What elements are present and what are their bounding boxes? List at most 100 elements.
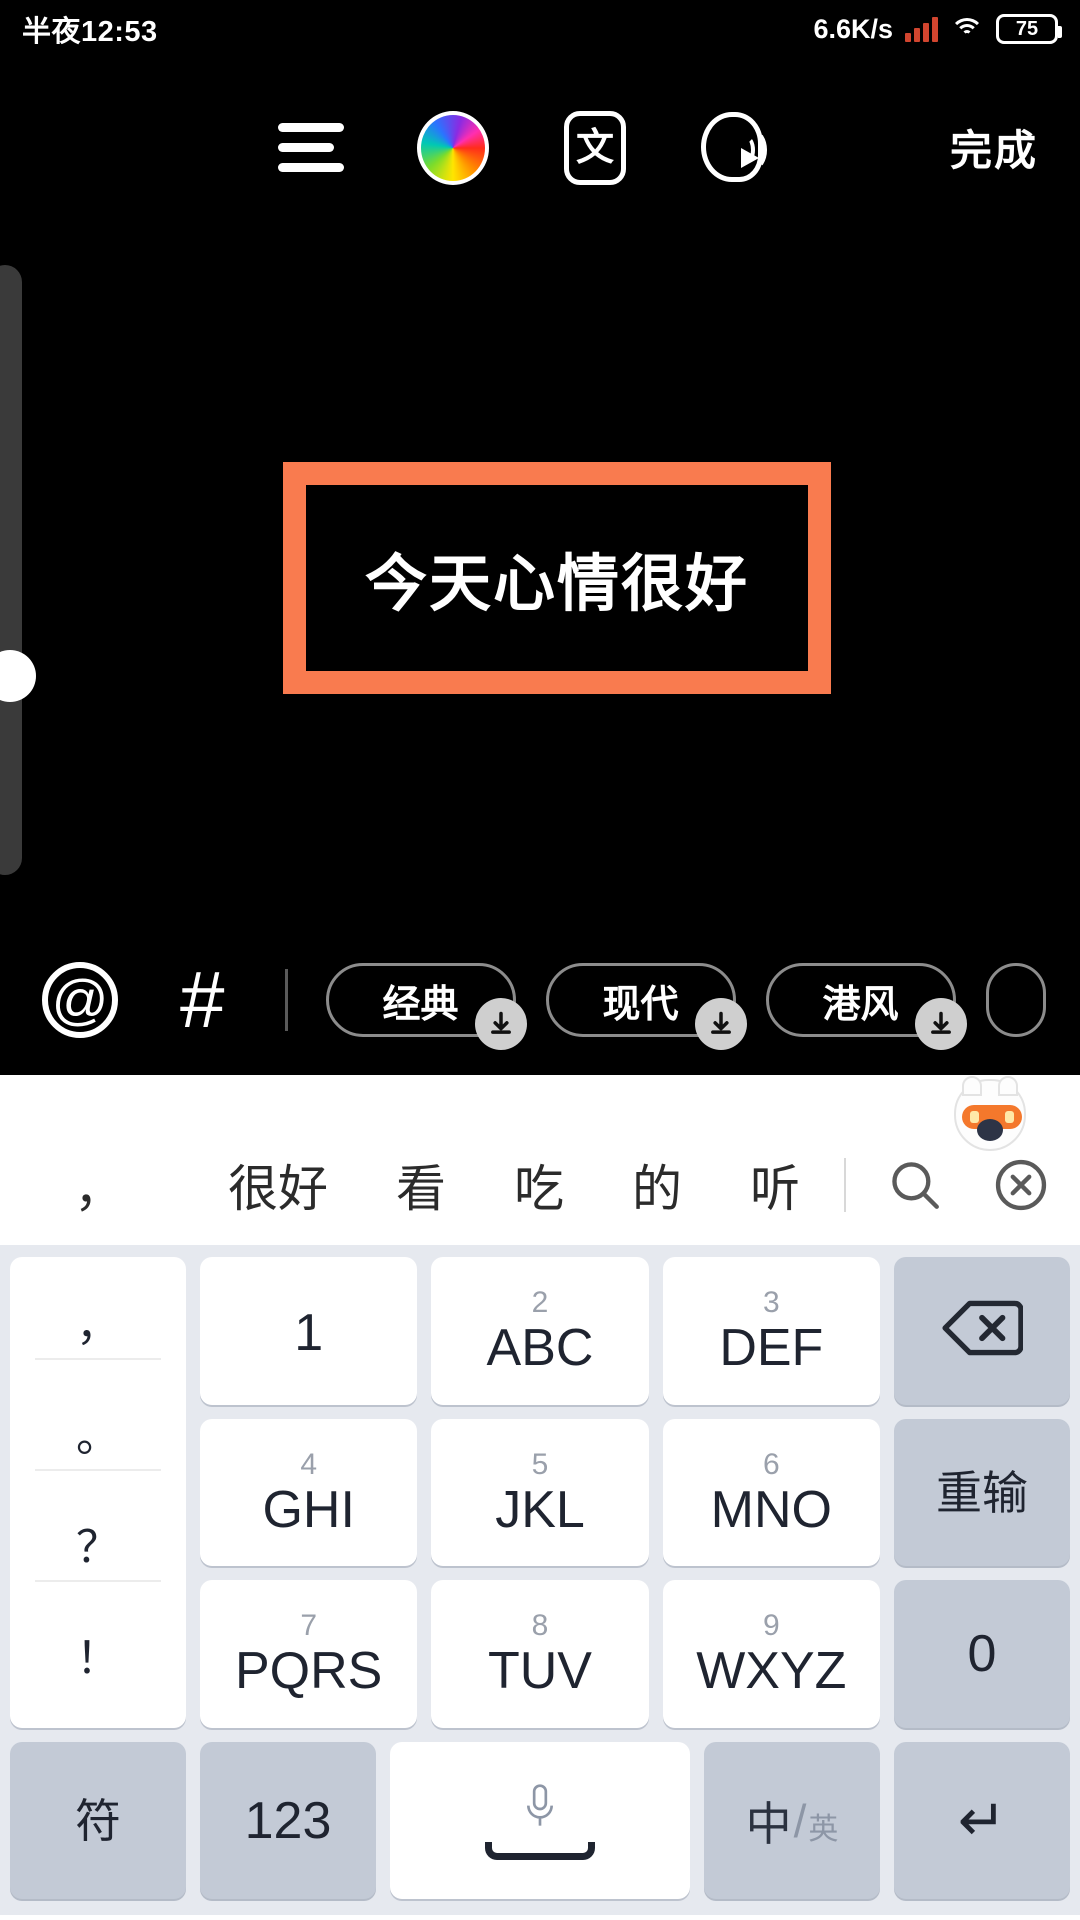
- key-label: DEF: [719, 1318, 824, 1377]
- style-chip-label: 现代: [602, 983, 679, 1026]
- enter-key[interactable]: ↵: [894, 1742, 1070, 1899]
- candidate-item[interactable]: ，: [40, 1149, 158, 1221]
- text-card-inner: 今天心情很好: [306, 485, 808, 671]
- style-chip-modern[interactable]: 现代: [545, 963, 747, 1050]
- retype-key[interactable]: 重输: [893, 1418, 1070, 1567]
- keypad-bottom-row: 符 123 中 / 英 ↵: [10, 1742, 1070, 1899]
- text-card[interactable]: 今天心情很好: [283, 462, 831, 694]
- keyboard-header: [0, 1075, 1080, 1151]
- key-label: 符: [75, 1794, 121, 1847]
- font-style-button[interactable]: 文: [559, 110, 631, 185]
- candidate-item[interactable]: 的: [598, 1149, 716, 1221]
- at-mention-icon[interactable]: @: [42, 962, 118, 1038]
- style-chip-hongkong[interactable]: 港风: [765, 963, 967, 1050]
- search-icon[interactable]: [886, 1156, 944, 1214]
- adjacent-card-peek[interactable]: [0, 265, 22, 875]
- keyboard-mascot-icon[interactable]: [954, 1076, 1026, 1151]
- keypad-row: 1 2 ABC 3 DEF: [200, 1257, 1070, 1405]
- key-comma[interactable]: ，: [34, 1294, 162, 1360]
- key-sup: 2: [531, 1285, 549, 1319]
- text-align-button[interactable]: [275, 112, 347, 184]
- cellular-signal-icon: [905, 16, 938, 42]
- key-label: WXYZ: [696, 1642, 847, 1701]
- lang-secondary: 英: [808, 1812, 839, 1846]
- color-wheel-icon: [417, 110, 489, 185]
- key-label: JKL: [495, 1480, 585, 1539]
- candidate-item[interactable]: 看: [362, 1149, 480, 1221]
- status-indicators: 6.6K/s 75: [813, 13, 1062, 45]
- text-align-icon: [278, 123, 344, 172]
- style-chip-next[interactable]: [985, 963, 1046, 1037]
- key-question[interactable]: ？: [34, 1516, 162, 1583]
- keypad-row: 7 PQRS 8 TUV 9 WXYZ 0: [200, 1580, 1070, 1729]
- language-toggle-key[interactable]: 中 / 英: [704, 1742, 880, 1899]
- key-label: 0: [967, 1625, 997, 1684]
- key-label: TUV: [487, 1642, 592, 1701]
- key-sup: 8: [531, 1609, 549, 1643]
- keypad: ， 。 ？ ！ 1 2 ABC 3 DEF 4 GHI 5 JKL 6 MNO …: [0, 1245, 1080, 1915]
- backspace-key[interactable]: [893, 1257, 1070, 1405]
- key-period[interactable]: 。: [34, 1405, 162, 1471]
- hashtag-icon[interactable]: #: [180, 960, 225, 1040]
- candidate-divider: [844, 1158, 846, 1212]
- key-exclamation[interactable]: ！: [35, 1627, 162, 1691]
- style-chip-label: 经典: [382, 983, 459, 1026]
- backspace-icon: [941, 1299, 1024, 1362]
- key-8-tuv[interactable]: 8 TUV: [431, 1580, 649, 1729]
- key-2-abc[interactable]: 2 ABC: [431, 1257, 649, 1405]
- speech-read-icon: [701, 110, 773, 186]
- close-circle-icon[interactable]: [992, 1156, 1050, 1214]
- numeric-key[interactable]: 123: [200, 1742, 376, 1899]
- style-chip-list: 经典 现代 港风: [325, 963, 1046, 1050]
- lang-toggle-label: 中 / 英: [746, 1788, 839, 1854]
- candidate-bar: ， 很好 看 吃 的 听: [0, 1125, 1080, 1245]
- network-speed: 6.6K/s: [813, 13, 893, 44]
- download-arrow-icon[interactable]: [694, 998, 747, 1050]
- battery-icon: 75: [996, 14, 1062, 44]
- card-text: 今天心情很好: [364, 550, 749, 619]
- space-key[interactable]: [390, 1742, 690, 1899]
- color-picker-button[interactable]: [417, 110, 489, 185]
- lang-primary: 中: [745, 1797, 792, 1850]
- symbol-key[interactable]: 符: [10, 1742, 186, 1899]
- candidate-item[interactable]: 听: [716, 1149, 834, 1221]
- voice-read-button[interactable]: [701, 110, 773, 186]
- style-bar: @ # 经典 现代 港风: [0, 930, 1080, 1070]
- key-4-ghi[interactable]: 4 GHI: [200, 1418, 418, 1567]
- style-bar-divider: [284, 969, 288, 1031]
- key-1[interactable]: 1: [200, 1257, 418, 1405]
- candidate-item[interactable]: 很好: [158, 1149, 362, 1221]
- keyboard-panel: ， 很好 看 吃 的 听 ， 。 ？ ！ 1 2 ABC 3 DEF 4 GHI…: [0, 1075, 1080, 1920]
- key-0[interactable]: 0: [893, 1580, 1070, 1729]
- download-arrow-icon[interactable]: [474, 998, 527, 1050]
- canvas-handle-dot[interactable]: [0, 650, 36, 702]
- style-chip-label: 港风: [822, 983, 899, 1026]
- status-time: 半夜12:53: [22, 16, 158, 48]
- enter-return-icon: ↵: [957, 1787, 1007, 1853]
- wifi-icon: [950, 16, 984, 42]
- microphone-space-icon: [485, 1782, 595, 1860]
- lang-slash: /: [793, 1794, 807, 1847]
- style-chip-classic[interactable]: 经典: [325, 963, 527, 1050]
- key-label: GHI: [262, 1480, 355, 1539]
- key-sup: 5: [531, 1447, 549, 1481]
- done-button[interactable]: 完成: [950, 117, 1038, 178]
- key-7-pqrs[interactable]: 7 PQRS: [200, 1580, 418, 1729]
- key-9-wxyz[interactable]: 9 WXYZ: [662, 1580, 880, 1729]
- battery-level: 75: [1015, 17, 1039, 40]
- key-label: PQRS: [234, 1642, 383, 1701]
- key-sup: 6: [762, 1447, 780, 1481]
- key-label: ABC: [486, 1318, 594, 1377]
- key-5-jkl[interactable]: 5 JKL: [431, 1418, 649, 1567]
- key-label: MNO: [710, 1480, 832, 1539]
- editor-toolbar: 文 完成: [0, 95, 1080, 200]
- phone-screen: 半夜12:53 6.6K/s 75 文 完成 今天心情很好 @ # 经典 现代 …: [0, 0, 1080, 1920]
- key-sup: 3: [762, 1285, 780, 1319]
- key-3-def[interactable]: 3 DEF: [662, 1257, 880, 1405]
- key-sup: 7: [300, 1609, 317, 1643]
- download-arrow-icon[interactable]: [914, 998, 967, 1050]
- key-sup: 4: [300, 1447, 317, 1481]
- key-6-mno[interactable]: 6 MNO: [662, 1418, 880, 1567]
- punctuation-column[interactable]: ， 。 ？ ！: [10, 1257, 186, 1728]
- candidate-item[interactable]: 吃: [480, 1149, 598, 1221]
